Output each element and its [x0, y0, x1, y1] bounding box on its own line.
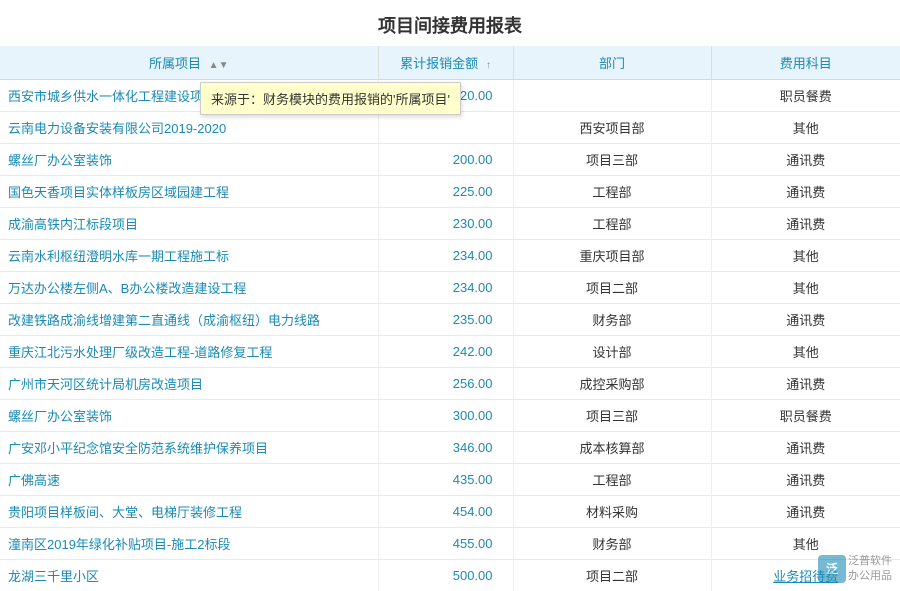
cell-type: 其他	[711, 112, 900, 144]
cell-amount: 242.00	[378, 336, 513, 368]
col-header-amount[interactable]: 累计报销金额 ↑	[378, 46, 513, 80]
cell-dept: 财务部	[513, 528, 711, 560]
main-table: 所属项目 ▲▼ 累计报销金额 ↑ 部门 费用科目 西安市城乡供水一体化工程建设项…	[0, 46, 900, 591]
cell-amount: 256.00	[378, 368, 513, 400]
cell-dept: 工程部	[513, 176, 711, 208]
cell-dept: 项目二部	[513, 560, 711, 591]
cell-dept: 成控采购部	[513, 368, 711, 400]
table-row: 广州市天河区统计局机房改造项目256.00成控采购部通讯费	[0, 368, 900, 400]
col-label-project: 所属项目	[149, 56, 201, 71]
cell-project[interactable]: 云南水利枢纽澄明水库一期工程施工标	[0, 240, 378, 272]
col-header-project[interactable]: 所属项目 ▲▼	[0, 46, 378, 80]
table-row: 螺丝厂办公室装饰300.00项目三部职员餐费	[0, 400, 900, 432]
table-row: 万达办公楼左侧A、B办公楼改造建设工程234.00项目二部其他	[0, 272, 900, 304]
watermark-text: 泛普软件 办公用品	[848, 554, 892, 583]
cell-dept	[513, 80, 711, 112]
watermark-logo: 泛	[818, 555, 846, 583]
tooltip-box: 来源于：财务模块的费用报销的'所属项目'	[200, 82, 461, 115]
table-row: 贵阳项目样板间、大堂、电梯厅装修工程454.00材料采购通讯费	[0, 496, 900, 528]
cell-project[interactable]: 广佛高速	[0, 464, 378, 496]
cell-type: 职员餐费	[711, 80, 900, 112]
cell-dept: 工程部	[513, 208, 711, 240]
table-row: 改建铁路成渝线增建第二直通线（成渝枢纽）电力线路235.00财务部通讯费	[0, 304, 900, 336]
cell-type: 其他	[711, 272, 900, 304]
cell-dept: 项目三部	[513, 400, 711, 432]
cell-type: 通讯费	[711, 368, 900, 400]
cell-project[interactable]: 潼南区2019年绿化补贴项目-施工2标段	[0, 528, 378, 560]
cell-project[interactable]: 广州市天河区统计局机房改造项目	[0, 368, 378, 400]
cell-project[interactable]: 螺丝厂办公室装饰	[0, 400, 378, 432]
cell-type: 通讯费	[711, 464, 900, 496]
cell-project[interactable]: 重庆江北污水处理厂级改造工程-道路修复工程	[0, 336, 378, 368]
col-header-dept: 部门	[513, 46, 711, 80]
col-header-type: 费用科目	[711, 46, 900, 80]
table-row: 云南水利枢纽澄明水库一期工程施工标234.00重庆项目部其他	[0, 240, 900, 272]
page-title: 项目间接费用报表	[0, 0, 900, 46]
cell-project[interactable]: 改建铁路成渝线增建第二直通线（成渝枢纽）电力线路	[0, 304, 378, 336]
table-row: 龙湖三千里小区500.00项目二部业务招待费	[0, 560, 900, 591]
cell-amount: 225.00	[378, 176, 513, 208]
cell-dept: 项目二部	[513, 272, 711, 304]
cell-amount: 500.00	[378, 560, 513, 591]
cell-type: 通讯费	[711, 496, 900, 528]
cell-amount: 346.00	[378, 432, 513, 464]
table-row: 广安邓小平纪念馆安全防范系统维护保养项目346.00成本核算部通讯费	[0, 432, 900, 464]
sort-icon-amount[interactable]: ↑	[486, 60, 491, 71]
cell-dept: 设计部	[513, 336, 711, 368]
cell-project[interactable]: 万达办公楼左侧A、B办公楼改造建设工程	[0, 272, 378, 304]
cell-amount: 234.00	[378, 272, 513, 304]
cell-project[interactable]: 成渝高铁内江标段项目	[0, 208, 378, 240]
cell-amount: 455.00	[378, 528, 513, 560]
col-label-type: 费用科目	[780, 56, 832, 71]
sort-icon-project[interactable]: ▲▼	[209, 60, 229, 71]
table-row: 国色天香项目实体样板房区域园建工程225.00工程部通讯费	[0, 176, 900, 208]
cell-dept: 材料采购	[513, 496, 711, 528]
cell-dept: 重庆项目部	[513, 240, 711, 272]
cell-project[interactable]: 龙湖三千里小区	[0, 560, 378, 591]
cell-dept: 西安项目部	[513, 112, 711, 144]
cell-type: 通讯费	[711, 432, 900, 464]
table-row: 重庆江北污水处理厂级改造工程-道路修复工程242.00设计部其他	[0, 336, 900, 368]
cell-project[interactable]: 贵阳项目样板间、大堂、电梯厅装修工程	[0, 496, 378, 528]
table-wrapper[interactable]: 所属项目 ▲▼ 累计报销金额 ↑ 部门 费用科目 西安市城乡供水一体化工程建设项…	[0, 46, 900, 591]
cell-amount: 300.00	[378, 400, 513, 432]
col-label-amount: 累计报销金额	[400, 56, 478, 71]
table-row: 广佛高速435.00工程部通讯费	[0, 464, 900, 496]
cell-type: 通讯费	[711, 144, 900, 176]
watermark-line2: 办公用品	[848, 569, 892, 583]
cell-type: 职员餐费	[711, 400, 900, 432]
col-label-dept: 部门	[599, 56, 625, 71]
cell-project[interactable]: 广安邓小平纪念馆安全防范系统维护保养项目	[0, 432, 378, 464]
cell-amount: 234.00	[378, 240, 513, 272]
cell-dept: 财务部	[513, 304, 711, 336]
cell-project[interactable]: 云南电力设备安装有限公司2019-2020	[0, 112, 378, 144]
cell-dept: 工程部	[513, 464, 711, 496]
cell-type: 通讯费	[711, 304, 900, 336]
cell-project[interactable]: 螺丝厂办公室装饰	[0, 144, 378, 176]
watermark-line1: 泛普软件	[848, 554, 892, 568]
cell-amount: 200.00	[378, 144, 513, 176]
table-row: 潼南区2019年绿化补贴项目-施工2标段455.00财务部其他	[0, 528, 900, 560]
cell-amount: 235.00	[378, 304, 513, 336]
cell-amount: 230.00	[378, 208, 513, 240]
cell-type: 通讯费	[711, 208, 900, 240]
watermark: 泛 泛普软件 办公用品	[818, 554, 892, 583]
cell-dept: 成本核算部	[513, 432, 711, 464]
cell-amount: 435.00	[378, 464, 513, 496]
table-row: 螺丝厂办公室装饰200.00项目三部通讯费	[0, 144, 900, 176]
table-row: 云南电力设备安装有限公司2019-2020 西安项目部其他	[0, 112, 900, 144]
cell-dept: 项目三部	[513, 144, 711, 176]
table-row: 成渝高铁内江标段项目230.00工程部通讯费	[0, 208, 900, 240]
cell-amount: 454.00	[378, 496, 513, 528]
cell-amount	[378, 112, 513, 144]
table-header-row: 所属项目 ▲▼ 累计报销金额 ↑ 部门 费用科目	[0, 46, 900, 80]
cell-project[interactable]: 国色天香项目实体样板房区域园建工程	[0, 176, 378, 208]
cell-type: 其他	[711, 336, 900, 368]
cell-type: 通讯费	[711, 176, 900, 208]
cell-type: 其他	[711, 240, 900, 272]
